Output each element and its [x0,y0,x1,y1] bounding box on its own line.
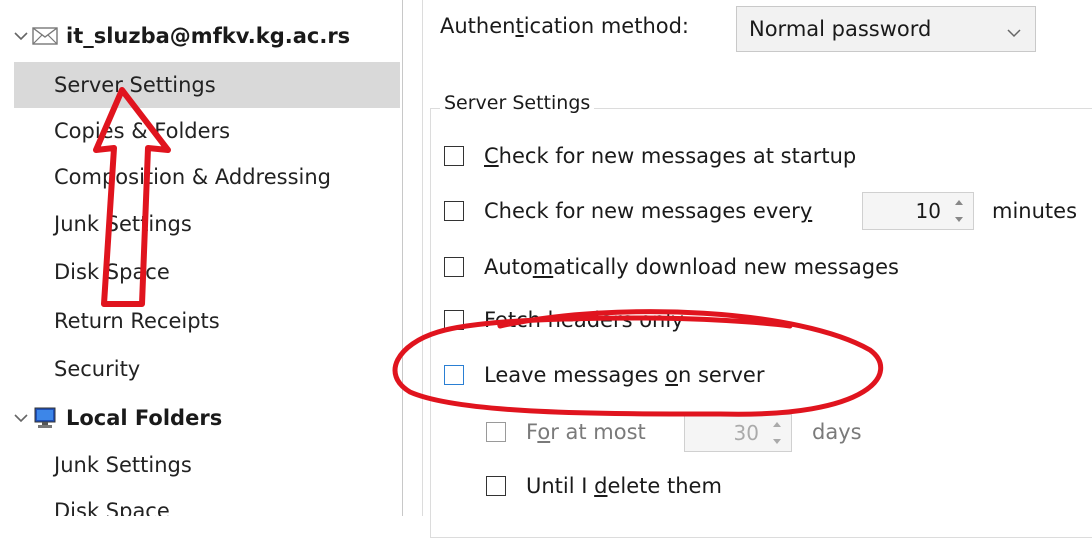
computer-icon [32,407,58,429]
label-part: r at most [550,420,646,444]
local-folders-name: Local Folders [66,406,223,430]
leave-on-server-checkbox[interactable] [444,365,464,385]
option-label: Check for new messages at startup [484,144,856,168]
local-folders-row[interactable]: Local Folders [0,396,222,440]
tree-item-label: Security [54,357,141,381]
tree-item-security[interactable]: Security [14,346,400,392]
chevron-down-icon[interactable] [14,411,28,425]
label-part: elete them [607,474,722,498]
label-part: F [526,420,538,444]
mnemonic-key: y [799,199,813,223]
tree-item-label: Disk Space [54,499,170,516]
interval-unit: minutes [992,199,1078,223]
tree-item-label: Composition & Addressing [54,165,331,189]
label-part: atically download new messages [553,255,899,279]
account-name: it_sluzba@mfkv.kg.ac.rs [66,24,351,48]
spinner-arrows-icon[interactable] [951,197,967,225]
spinner-arrows-icon[interactable] [769,419,785,447]
tree-item-return-receipts[interactable]: Return Receipts [14,298,400,344]
check-interval-spinner[interactable]: 10 [862,192,974,230]
label-part: Auto [484,255,533,279]
check-interval-value: 10 [915,199,941,223]
tree-item-label: Copies & Folders [54,119,231,143]
tree-item-junk-settings[interactable]: Junk Settings [14,201,400,247]
check-startup-option[interactable]: Check for new messages at startup [444,144,856,168]
auth-method-select[interactable]: Normal password [736,6,1036,52]
group-title: Server Settings [440,92,595,114]
days-spinner[interactable]: 30 [684,414,792,452]
until-delete-checkbox[interactable] [486,476,506,496]
auto-download-option[interactable]: Automatically download new messages [444,255,899,279]
tree-item-label: Disk Space [54,260,170,284]
until-delete-option[interactable]: Until I delete them [486,474,722,498]
tree-item-server-settings[interactable]: Server Settings [14,62,400,108]
label-part: Leave messages [484,363,666,387]
account-tree: it_sluzba@mfkv.kg.ac.rs Server Settings … [0,0,402,516]
label-part: Authen [440,14,516,38]
check-startup-checkbox[interactable] [444,146,464,166]
fetch-headers-option[interactable]: Fetch headers only [444,308,684,332]
tree-item-local-disk-space[interactable]: Disk Space [14,488,400,516]
option-label: Leave messages on server [484,363,764,387]
label-part: Until I [526,474,595,498]
fetch-headers-checkbox[interactable] [444,310,464,330]
tree-item-label: Return Receipts [54,309,220,333]
tree-item-label: Junk Settings [54,453,192,477]
option-label: Check for new messages every [484,199,812,223]
envelope-icon [32,25,58,47]
tree-item-disk-space[interactable]: Disk Space [14,249,400,295]
tree-item-label: Junk Settings [54,212,192,236]
check-every-option[interactable]: Check for new messages every [444,199,812,223]
option-label: For at most [526,420,646,444]
chevron-down-icon [1007,19,1021,43]
for-at-most-checkbox[interactable] [486,422,506,442]
option-label: Until I delete them [526,474,722,498]
for-at-most-option[interactable]: For at most [486,420,646,444]
panel-divider [422,0,423,516]
tree-item-local-junk-settings[interactable]: Junk Settings [14,442,400,488]
mnemonic-key: m [532,255,554,279]
auto-download-checkbox[interactable] [444,257,464,277]
label-part: Check for new messages ever [484,199,800,223]
option-label: Fetch headers only [484,308,684,332]
mnemonic-key: t [515,14,524,38]
tree-item-label: Server Settings [54,73,216,97]
label-part: n server [678,363,765,387]
chevron-down-icon[interactable] [14,29,28,43]
label-part: heck for new messages at startup [498,144,857,168]
option-label: Automatically download new messages [484,255,899,279]
auth-method-label: Authentication method: [440,14,689,38]
mnemonic-key: d [594,474,608,498]
check-every-checkbox[interactable] [444,201,464,221]
tree-item-copies-folders[interactable]: Copies & Folders [14,108,400,154]
auth-method-value: Normal password [749,17,932,41]
label-part: ication method: [523,14,690,38]
mnemonic-key: C [484,144,499,168]
account-row[interactable]: it_sluzba@mfkv.kg.ac.rs [0,14,350,58]
mnemonic-key: o [537,420,551,444]
mnemonic-key: o [665,363,678,387]
leave-on-server-option[interactable]: Leave messages on server [444,363,764,387]
tree-item-composition-addressing[interactable]: Composition & Addressing [14,154,400,200]
days-unit: days [812,420,862,444]
days-value: 30 [733,421,759,445]
